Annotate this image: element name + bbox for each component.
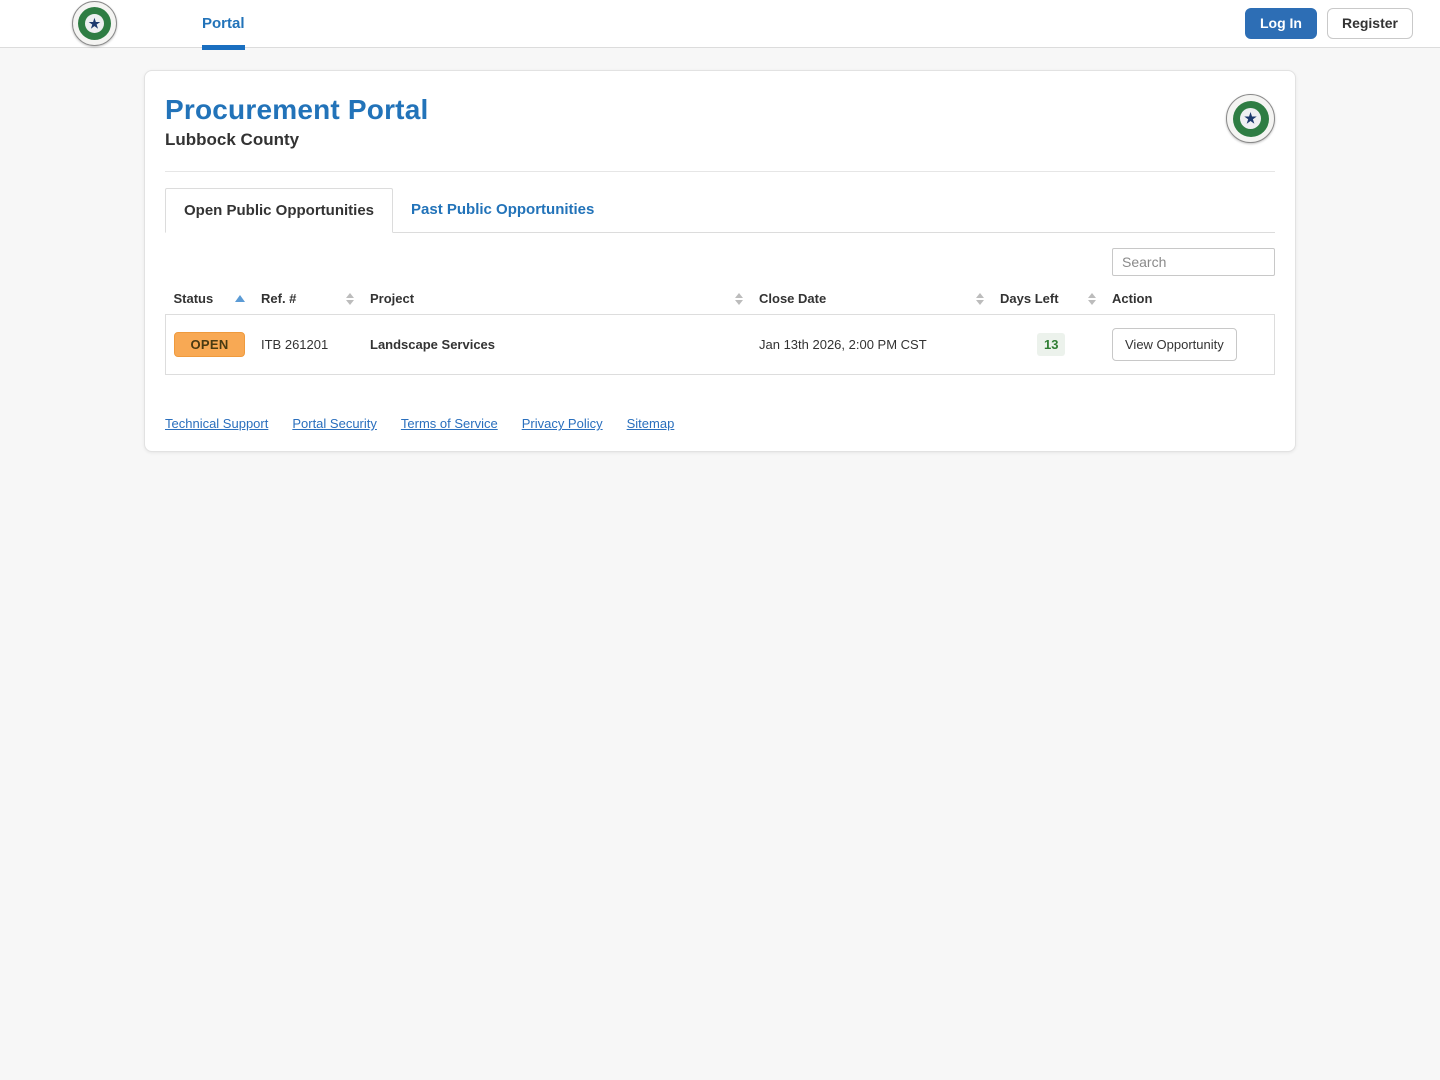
column-header-status[interactable]: Status — [166, 283, 254, 315]
card-header: Procurement Portal Lubbock County ★ — [165, 94, 1275, 150]
sort-both-icon — [735, 292, 743, 305]
cell-status: OPEN — [165, 314, 253, 375]
status-badge: OPEN — [174, 332, 245, 357]
nav-item-portal[interactable]: Portal — [202, 0, 245, 50]
sort-both-icon — [976, 292, 984, 305]
sort-both-icon — [1088, 292, 1096, 305]
link-technical-support[interactable]: Technical Support — [165, 416, 268, 431]
cell-days-left: 13 — [992, 314, 1104, 375]
tab-past-public-opportunities[interactable]: Past Public Opportunities — [393, 188, 612, 232]
column-header-project[interactable]: Project — [362, 283, 751, 315]
card-header-text: Procurement Portal Lubbock County — [165, 94, 428, 150]
county-seal-icon: ★ — [72, 1, 117, 46]
view-opportunity-button[interactable]: View Opportunity — [1112, 328, 1237, 361]
nav-portal-label: Portal — [202, 15, 245, 32]
link-privacy-policy[interactable]: Privacy Policy — [522, 416, 603, 431]
link-sitemap[interactable]: Sitemap — [627, 416, 675, 431]
header-divider — [165, 171, 1275, 172]
star-icon: ★ — [1240, 108, 1261, 129]
column-header-days-left[interactable]: Days Left — [992, 283, 1104, 315]
days-left-badge: 13 — [1037, 333, 1066, 356]
column-header-close-date[interactable]: Close Date — [751, 283, 992, 315]
column-header-action: Action — [1112, 291, 1153, 306]
opportunities-table: Status Ref. # Project Close Date Days Le… — [165, 283, 1275, 375]
table-row: OPEN ITB 261201 Landscape Services Jan 1… — [165, 314, 1275, 375]
opportunities-tabs: Open Public Opportunities Past Public Op… — [165, 188, 1275, 233]
link-portal-security[interactable]: Portal Security — [292, 416, 377, 431]
link-terms-of-service[interactable]: Terms of Service — [401, 416, 498, 431]
cell-close-date: Jan 13th 2026, 2:00 PM CST — [751, 314, 992, 375]
seal-green-ring: ★ — [78, 7, 111, 40]
search-row — [165, 248, 1275, 276]
search-input[interactable] — [1112, 248, 1275, 276]
cell-action: View Opportunity — [1104, 314, 1275, 375]
tab-open-public-opportunities[interactable]: Open Public Opportunities — [165, 188, 394, 233]
nav-active-indicator — [202, 44, 245, 50]
procurement-portal-card: Procurement Portal Lubbock County ★ Open… — [144, 70, 1296, 452]
star-icon: ★ — [85, 14, 104, 33]
register-button[interactable]: Register — [1326, 8, 1413, 39]
sort-both-icon — [346, 292, 354, 305]
navbar-logo: ★ — [72, 1, 117, 46]
footer-links: Technical Support Portal Security Terms … — [165, 416, 1275, 431]
top-navbar: ★ Portal Log In Register — [0, 0, 1440, 50]
table-header: Status Ref. # Project Close Date Days Le… — [166, 283, 1275, 315]
seal-green-ring: ★ — [1232, 100, 1269, 137]
cell-project: Landscape Services — [362, 314, 751, 375]
column-header-ref[interactable]: Ref. # — [253, 283, 362, 315]
cell-ref: ITB 261201 — [253, 314, 362, 375]
sort-asc-icon — [235, 295, 245, 302]
login-button[interactable]: Log In — [1244, 8, 1317, 39]
table-body: OPEN ITB 261201 Landscape Services Jan 1… — [165, 314, 1275, 375]
page-title: Procurement Portal — [165, 94, 429, 125]
page-subtitle: Lubbock County — [165, 130, 300, 149]
county-seal-icon-large: ★ — [1226, 94, 1275, 143]
